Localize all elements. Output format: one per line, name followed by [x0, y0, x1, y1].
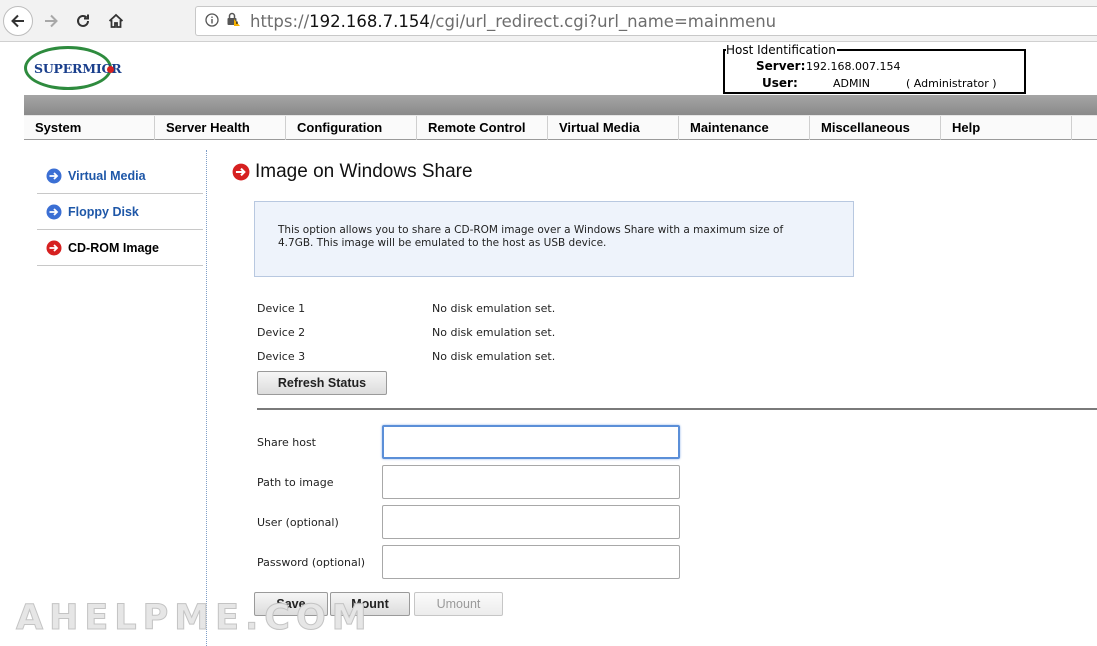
- server-label: Server:: [756, 59, 806, 73]
- host-identification-legend: Host Identification: [726, 43, 837, 57]
- reload-icon[interactable]: [68, 6, 98, 36]
- password-optional-label: Password (optional): [257, 556, 366, 569]
- sidebar-item-virtual-media[interactable]: Virtual Media: [37, 158, 203, 194]
- device-2-label: Device 2: [257, 326, 306, 339]
- url-text: https://192.168.7.154/cgi/url_redirect.c…: [250, 11, 777, 31]
- device-3-status: No disk emulation set.: [432, 350, 556, 363]
- device-3-label: Device 3: [257, 350, 306, 363]
- main-menu: System Server Health Configuration Remot…: [24, 115, 1097, 140]
- forward-arrow-icon[interactable]: [36, 6, 66, 36]
- info-icon[interactable]: [205, 12, 219, 31]
- red-arrow-icon: [232, 163, 250, 181]
- red-arrow-icon: [46, 240, 62, 255]
- home-icon[interactable]: [101, 6, 131, 36]
- path-to-image-input[interactable]: [382, 465, 680, 499]
- browser-toolbar: https://192.168.7.154/cgi/url_redirect.c…: [0, 0, 1097, 42]
- sidebar-item-label: CD-ROM Image: [68, 240, 159, 255]
- share-host-label: Share host: [257, 436, 316, 449]
- page-title: Image on Windows Share: [232, 161, 473, 183]
- menu-miscellaneous[interactable]: Miscellaneous: [810, 116, 941, 140]
- device-1-label: Device 1: [257, 302, 306, 315]
- password-input[interactable]: [382, 545, 680, 579]
- menu-server-health[interactable]: Server Health: [155, 116, 286, 140]
- info-box: This option allows you to share a CD-ROM…: [254, 201, 854, 277]
- menu-system[interactable]: System: [24, 116, 155, 140]
- server-value: 192.168.007.154: [806, 60, 901, 73]
- share-host-input[interactable]: [382, 425, 680, 459]
- umount-button[interactable]: Umount: [414, 592, 503, 616]
- sidebar-item-label: Virtual Media: [68, 168, 146, 183]
- header-band: [24, 95, 1097, 115]
- user-input[interactable]: [382, 505, 680, 539]
- blue-arrow-icon: [46, 168, 62, 183]
- host-identification-box: Host Identification Server: 192.168.007.…: [723, 43, 1026, 94]
- path-to-image-label: Path to image: [257, 476, 334, 489]
- sidebar-item-floppy-disk[interactable]: Floppy Disk: [37, 194, 203, 230]
- insecure-lock-icon[interactable]: [225, 11, 241, 31]
- sidebar-item-label: Floppy Disk: [68, 204, 139, 219]
- menu-configuration[interactable]: Configuration: [286, 116, 417, 140]
- sidebar-divider: [206, 150, 207, 646]
- menu-maintenance[interactable]: Maintenance: [679, 116, 810, 140]
- menu-remote-control[interactable]: Remote Control: [417, 116, 548, 140]
- device-2-status: No disk emulation set.: [432, 326, 556, 339]
- watermark: AHELPME.COM: [16, 598, 373, 639]
- sidebar: Virtual Media Floppy Disk CD-ROM Image: [37, 158, 203, 266]
- user-label: User:: [762, 76, 798, 90]
- menu-help[interactable]: Help: [941, 116, 1072, 140]
- address-bar[interactable]: https://192.168.7.154/cgi/url_redirect.c…: [195, 6, 1097, 36]
- user-role: ( Administrator ): [906, 77, 997, 90]
- blue-arrow-icon: [46, 204, 62, 219]
- user-value: ADMIN: [833, 77, 870, 90]
- info-text-line2: 4.7GB. This image will be emulated to th…: [278, 237, 607, 249]
- sidebar-item-cd-rom-image[interactable]: CD-ROM Image: [37, 230, 203, 266]
- refresh-status-button[interactable]: Refresh Status: [257, 371, 387, 395]
- menu-virtual-media[interactable]: Virtual Media: [548, 116, 679, 140]
- user-optional-label: User (optional): [257, 516, 339, 529]
- section-divider: [257, 408, 1097, 410]
- back-arrow-icon[interactable]: [3, 6, 33, 36]
- supermicro-logo[interactable]: SUPERMICR: [24, 46, 122, 92]
- info-text-line1: This option allows you to share a CD-ROM…: [278, 224, 784, 236]
- page-title-text: Image on Windows Share: [255, 161, 473, 182]
- device-1-status: No disk emulation set.: [432, 302, 556, 315]
